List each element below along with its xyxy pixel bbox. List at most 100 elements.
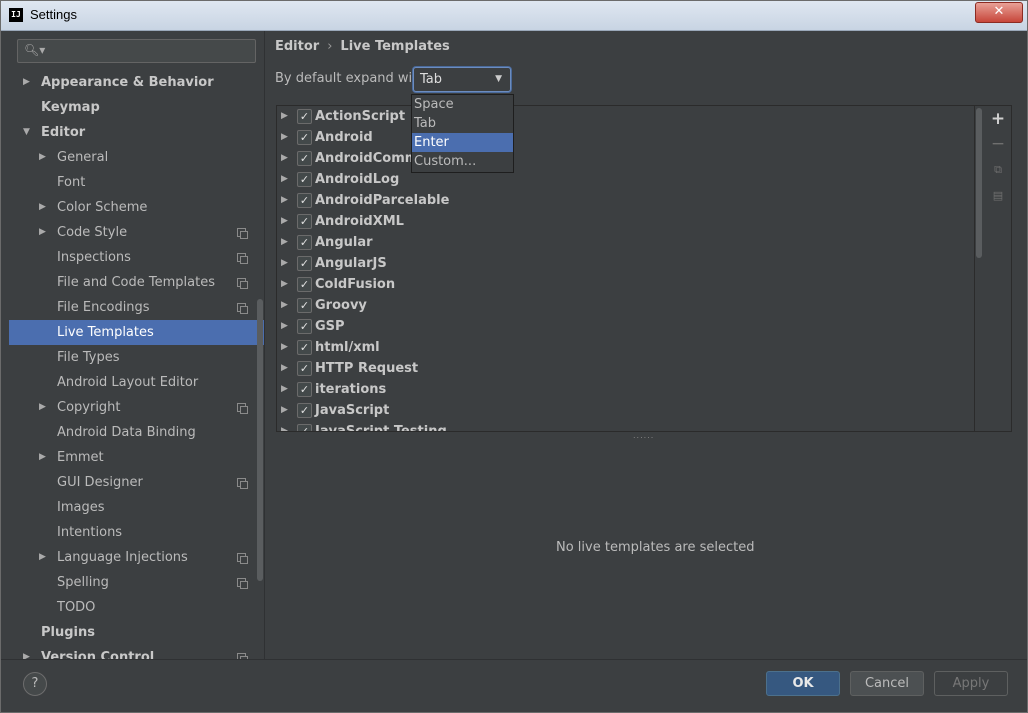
template-group-row[interactable]: ▶ ✓ Groovy — [277, 295, 975, 316]
chevron-right-icon[interactable]: ▶ — [23, 645, 30, 659]
chevron-right-icon[interactable]: ▶ — [281, 106, 288, 127]
chevron-right-icon[interactable]: ▶ — [39, 545, 46, 570]
chevron-right-icon[interactable]: ▶ — [281, 274, 288, 295]
title-bar[interactable]: IJ Settings ✕ — [1, 1, 1027, 31]
settings-search[interactable]: 🔍︎▾ — [17, 39, 256, 63]
sidebar-item-android-layout-editor[interactable]: Android Layout Editor — [1, 370, 264, 395]
template-group-row[interactable]: ▶ ✓ AndroidLog — [277, 169, 975, 190]
chevron-right-icon[interactable]: ▶ — [281, 295, 288, 316]
dropdown-option-enter[interactable]: Enter — [412, 133, 513, 152]
template-group-checkbox[interactable]: ✓ — [297, 214, 312, 229]
sidebar-item-language-injections[interactable]: ▶ Language Injections — [1, 545, 264, 570]
template-group-checkbox[interactable]: ✓ — [297, 193, 312, 208]
template-group-checkbox[interactable]: ✓ — [297, 298, 312, 313]
chevron-right-icon[interactable]: ▶ — [281, 169, 288, 190]
sidebar-item-todo[interactable]: TODO — [1, 595, 264, 620]
template-group-row[interactable]: ▶ ✓ JavaScript — [277, 400, 975, 421]
chevron-right-icon[interactable]: ▶ — [39, 195, 46, 220]
chevron-right-icon[interactable]: ▶ — [281, 421, 288, 431]
splitter-handle[interactable]: ...... — [633, 431, 654, 440]
sidebar-item-live-templates[interactable]: Live Templates — [9, 320, 264, 345]
template-group-checkbox[interactable]: ✓ — [297, 109, 312, 124]
chevron-right-icon[interactable]: ▶ — [39, 445, 46, 470]
template-group-row[interactable]: ▶ ✓ HTTP Request — [277, 358, 975, 379]
ok-button[interactable]: OK — [766, 671, 840, 696]
help-button[interactable]: ? — [23, 672, 47, 696]
chevron-right-icon[interactable]: ▶ — [39, 145, 46, 170]
chevron-right-icon[interactable]: ▶ — [23, 70, 30, 95]
chevron-right-icon[interactable]: ▶ — [39, 395, 46, 420]
sidebar-item-intentions[interactable]: Intentions — [1, 520, 264, 545]
close-button[interactable]: ✕ — [975, 2, 1023, 23]
sidebar-item-editor[interactable]: ▼ Editor — [1, 120, 264, 145]
sidebar-item-color-scheme[interactable]: ▶ Color Scheme — [1, 195, 264, 220]
dropdown-option-custom[interactable]: Custom... — [412, 152, 513, 171]
sidebar-item-copyright[interactable]: ▶ Copyright — [1, 395, 264, 420]
chevron-right-icon[interactable]: ▶ — [281, 253, 288, 274]
chevron-right-icon[interactable]: ▶ — [39, 220, 46, 245]
template-group-checkbox[interactable]: ✓ — [297, 361, 312, 376]
sidebar-item-font[interactable]: Font — [1, 170, 264, 195]
remove-icon[interactable]: − — [989, 135, 1007, 153]
sidebar-item-emmet[interactable]: ▶ Emmet — [1, 445, 264, 470]
template-group-checkbox[interactable]: ✓ — [297, 403, 312, 418]
chevron-right-icon[interactable]: ▶ — [281, 127, 288, 148]
chevron-right-icon[interactable]: ▶ — [281, 190, 288, 211]
sidebar-item-version-control[interactable]: ▶ Version Control — [1, 645, 264, 659]
template-group-row[interactable]: ▶ ✓ Android — [277, 127, 975, 148]
template-group-checkbox[interactable]: ✓ — [297, 172, 312, 187]
sidebar-scrollbar[interactable] — [257, 299, 263, 581]
template-group-row[interactable]: ▶ ✓ AngularJS — [277, 253, 975, 274]
template-group-row[interactable]: ▶ ✓ ActionScript — [277, 106, 975, 127]
chevron-right-icon[interactable]: ▶ — [281, 337, 288, 358]
template-group-row[interactable]: ▶ ✓ AndroidXML — [277, 211, 975, 232]
template-group-checkbox[interactable]: ✓ — [297, 235, 312, 250]
chevron-right-icon[interactable]: ▶ — [281, 358, 288, 379]
sidebar-item-file-types[interactable]: File Types — [1, 345, 264, 370]
chevron-down-icon[interactable]: ▼ — [23, 120, 30, 145]
sidebar-item-images[interactable]: Images — [1, 495, 264, 520]
sidebar-item-appearance-behavior[interactable]: ▶ Appearance & Behavior — [1, 70, 264, 95]
template-group-row[interactable]: ▶ ✓ ColdFusion — [277, 274, 975, 295]
template-group-row[interactable]: ▶ ✓ JavaScript Testing — [277, 421, 975, 431]
apply-button[interactable]: Apply — [934, 671, 1008, 696]
sidebar-item-android-data-binding[interactable]: Android Data Binding — [1, 420, 264, 445]
search-input[interactable] — [42, 42, 247, 58]
template-group-checkbox[interactable]: ✓ — [297, 151, 312, 166]
dropdown-option-tab[interactable]: Tab — [412, 114, 513, 133]
copy-icon[interactable]: ⧉ — [989, 161, 1007, 179]
template-group-checkbox[interactable]: ✓ — [297, 340, 312, 355]
cancel-button[interactable]: Cancel — [850, 671, 924, 696]
template-group-checkbox[interactable]: ✓ — [297, 256, 312, 271]
chevron-right-icon[interactable]: ▶ — [281, 379, 288, 400]
template-group-checkbox[interactable]: ✓ — [297, 424, 312, 431]
chevron-right-icon[interactable]: ▶ — [281, 316, 288, 337]
template-group-checkbox[interactable]: ✓ — [297, 277, 312, 292]
chevron-right-icon[interactable]: ▶ — [281, 400, 288, 421]
sidebar-item-file-and-code-templates[interactable]: File and Code Templates — [1, 270, 264, 295]
template-group-checkbox[interactable]: ✓ — [297, 382, 312, 397]
templates-scrollbar-thumb[interactable] — [976, 108, 982, 258]
sidebar-item-keymap[interactable]: Keymap — [1, 95, 264, 120]
sidebar-item-general[interactable]: ▶ General — [1, 145, 264, 170]
sidebar-item-spelling[interactable]: Spelling — [1, 570, 264, 595]
template-group-row[interactable]: ▶ ✓ Angular — [277, 232, 975, 253]
dropdown-option-space[interactable]: Space — [412, 95, 513, 114]
sidebar-item-gui-designer[interactable]: GUI Designer — [1, 470, 264, 495]
sidebar-item-code-style[interactable]: ▶ Code Style — [1, 220, 264, 245]
sidebar-item-inspections[interactable]: Inspections — [1, 245, 264, 270]
template-group-checkbox[interactable]: ✓ — [297, 319, 312, 334]
template-group-row[interactable]: ▶ ✓ html/xml — [277, 337, 975, 358]
template-group-row[interactable]: ▶ ✓ iterations — [277, 379, 975, 400]
chevron-right-icon[interactable]: ▶ — [281, 211, 288, 232]
chevron-right-icon[interactable]: ▶ — [281, 148, 288, 169]
document-icon[interactable]: ▤ — [989, 187, 1007, 205]
template-group-row[interactable]: ▶ ✓ AndroidComments — [277, 148, 975, 169]
template-group-checkbox[interactable]: ✓ — [297, 130, 312, 145]
template-group-row[interactable]: ▶ ✓ AndroidParcelable — [277, 190, 975, 211]
template-group-row[interactable]: ▶ ✓ GSP — [277, 316, 975, 337]
expand-with-combobox[interactable]: Tab ▼ — [413, 67, 511, 92]
sidebar-item-plugins[interactable]: Plugins — [1, 620, 264, 645]
chevron-right-icon[interactable]: ▶ — [281, 232, 288, 253]
add-icon[interactable]: + — [989, 110, 1007, 128]
